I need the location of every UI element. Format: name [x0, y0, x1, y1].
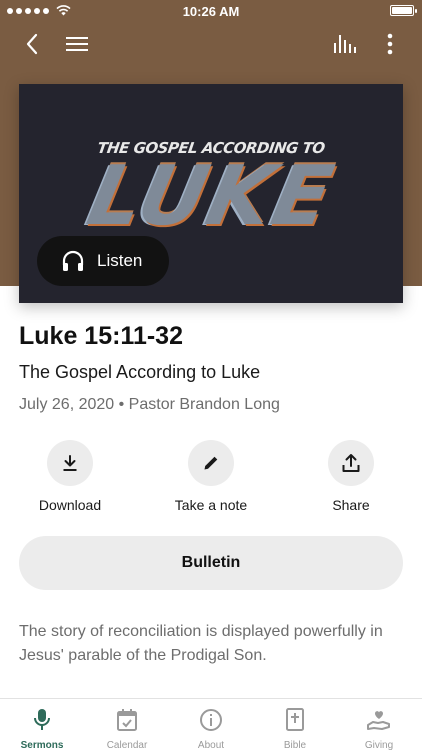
sermon-meta: July 26, 2020 • Pastor Brandon Long: [19, 396, 280, 413]
sermon-title: Luke 15:11-32: [19, 322, 183, 350]
bottom-tab-bar: Sermons Calendar About Bible Giving: [0, 698, 422, 750]
more-options-button[interactable]: [370, 22, 410, 66]
share-icon: [342, 454, 360, 472]
artwork-title: LUKE: [80, 149, 343, 244]
back-button[interactable]: [12, 22, 52, 66]
headphones-icon: [62, 250, 84, 271]
listen-label: Listen: [97, 251, 143, 270]
more-vertical-icon: [387, 33, 393, 55]
tab-sermons-label: Sermons: [20, 740, 64, 750]
top-nav-bar: [0, 22, 422, 66]
download-icon: [63, 455, 77, 471]
listen-button[interactable]: Listen: [37, 236, 169, 286]
bulletin-label: Bulletin: [181, 554, 241, 571]
status-bar: 10:26 AM: [0, 0, 422, 22]
note-circle[interactable]: [188, 440, 234, 486]
microphone-icon: [32, 708, 52, 732]
bulletin-button[interactable]: Bulletin: [19, 536, 403, 590]
battery-icon: [390, 5, 417, 16]
take-note-label: Take a note: [174, 497, 248, 513]
download-action[interactable]: Download: [15, 440, 125, 513]
giving-hand-heart-icon: [366, 708, 392, 732]
tab-calendar[interactable]: Calendar: [85, 699, 169, 750]
download-circle[interactable]: [47, 440, 93, 486]
status-time: 10:26 AM: [182, 4, 240, 19]
take-note-action[interactable]: Take a note: [156, 440, 266, 513]
share-action[interactable]: Share: [296, 440, 406, 513]
hamburger-icon: [66, 37, 88, 51]
menu-button[interactable]: [57, 22, 97, 66]
pencil-icon: [204, 456, 218, 470]
audio-bars-button[interactable]: [325, 22, 365, 66]
tab-giving-label: Giving: [364, 740, 394, 750]
sermon-detail-screen: 10:26 AM THE GOSPEL ACCORDING TO LUKE Li…: [0, 0, 422, 750]
sermon-description: The story of reconciliation is displayed…: [19, 623, 383, 664]
series-title: The Gospel According to Luke: [19, 362, 261, 382]
info-icon: [199, 708, 223, 732]
tab-about[interactable]: About: [169, 699, 253, 750]
share-circle[interactable]: [328, 440, 374, 486]
tab-bible[interactable]: Bible: [253, 699, 337, 750]
tab-calendar-label: Calendar: [106, 740, 148, 750]
chevron-left-icon: [26, 33, 38, 55]
download-label: Download: [38, 497, 102, 513]
tab-bible-label: Bible: [283, 740, 307, 750]
audio-bars-icon: [334, 35, 356, 53]
tab-giving[interactable]: Giving: [337, 699, 421, 750]
battery-level: [392, 7, 412, 14]
tab-about-label: About: [197, 740, 225, 750]
tab-sermons[interactable]: Sermons: [0, 699, 84, 750]
bible-icon: [285, 708, 305, 732]
action-row: Download Take a note Share: [0, 440, 422, 520]
share-label: Share: [332, 497, 370, 513]
calendar-icon: [116, 708, 138, 732]
